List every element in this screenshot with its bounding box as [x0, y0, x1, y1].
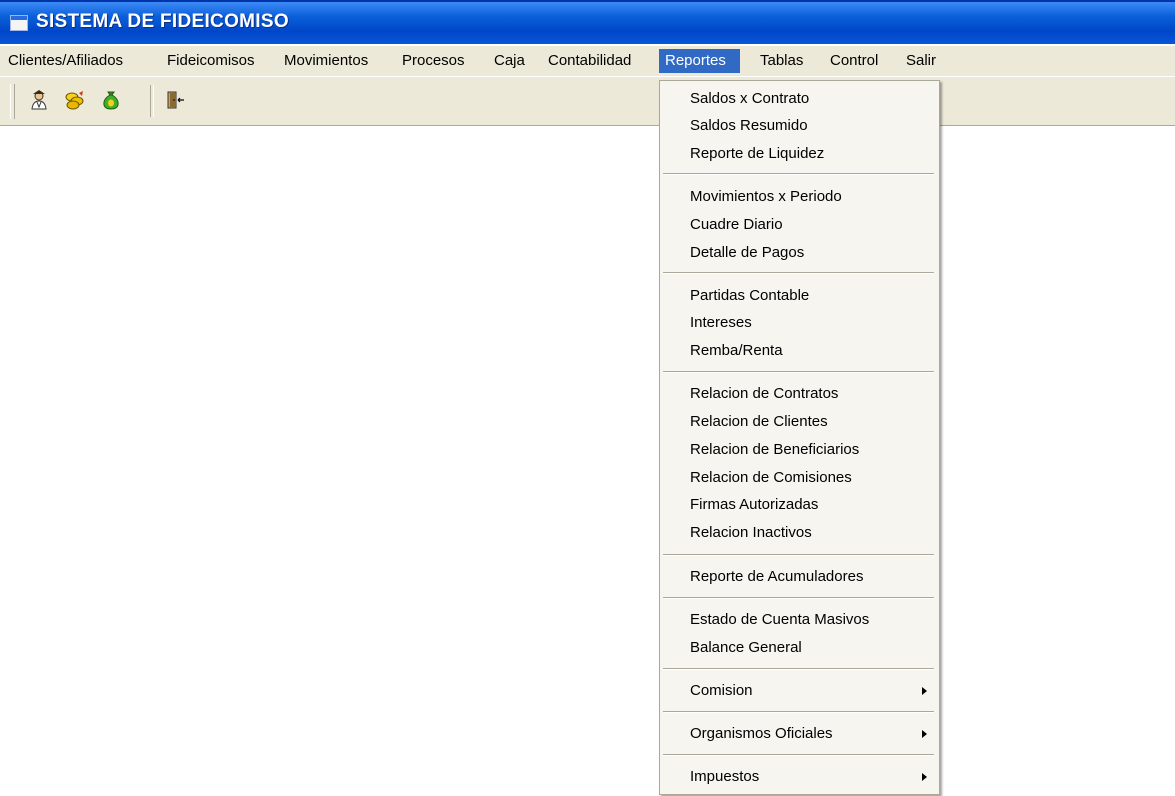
exit-door-icon[interactable] — [162, 87, 188, 113]
menu-clientes-afiliados[interactable]: Clientes/Afiliados — [2, 49, 129, 73]
menu-item-reporte-de-liquidez[interactable]: Reporte de Liquidez — [660, 141, 939, 167]
menu-item-label: Organismos Oficiales — [690, 725, 833, 742]
menu-item-reporte-de-acumuladores[interactable]: Reporte de Acumuladores — [660, 564, 939, 590]
menu-reportes[interactable]: Reportes — [659, 49, 740, 73]
menu-item-remba-renta[interactable]: Remba/Renta — [660, 338, 939, 364]
menu-control[interactable]: Control — [824, 49, 884, 73]
person-icon[interactable] — [26, 87, 52, 113]
submenu-arrow-icon — [922, 773, 927, 781]
coins-icon[interactable] — [62, 87, 88, 113]
app-window-icon — [10, 15, 28, 31]
menu-salir[interactable]: Salir — [900, 49, 942, 73]
menu-item-partidas-contable[interactable]: Partidas Contable — [660, 283, 939, 309]
menu-item-firmas-autorizadas[interactable]: Firmas Autorizadas — [660, 492, 939, 518]
menu-item-cuadre-diario[interactable]: Cuadre Diario — [660, 212, 939, 238]
menu-separator — [663, 711, 934, 713]
menu-item-saldos-x-contrato[interactable]: Saldos x Contrato — [660, 86, 939, 112]
menu-separator — [663, 668, 934, 670]
menu-item-relacion-de-contratos[interactable]: Relacion de Contratos — [660, 381, 939, 407]
menu-separator — [663, 554, 934, 556]
menu-item-intereses[interactable]: Intereses — [660, 310, 939, 336]
menu-procesos[interactable]: Procesos — [396, 49, 471, 73]
menu-item-relacion-inactivos[interactable]: Relacion Inactivos — [660, 520, 939, 546]
menu-item-relacion-de-beneficiarios[interactable]: Relacion de Beneficiarios — [660, 437, 939, 463]
menu-separator — [663, 272, 934, 274]
money-bag-icon[interactable] — [98, 87, 124, 113]
menu-item-estado-de-cuenta-masivos[interactable]: Estado de Cuenta Masivos — [660, 607, 939, 633]
menu-item-relacion-de-clientes[interactable]: Relacion de Clientes — [660, 409, 939, 435]
menu-separator — [663, 173, 934, 175]
reportes-dropdown-menu: Saldos x Contrato Saldos Resumido Report… — [659, 80, 940, 795]
menu-contabilidad[interactable]: Contabilidad — [542, 49, 637, 73]
title-bar[interactable]: SISTEMA DE FIDEICOMISO — [0, 0, 1175, 44]
menu-item-movimientos-x-periodo[interactable]: Movimientos x Periodo — [660, 184, 939, 210]
mdi-client-area[interactable] — [0, 126, 1175, 796]
toolbar-grip[interactable] — [10, 84, 15, 119]
menu-item-impuestos[interactable]: Impuestos — [660, 764, 939, 790]
menu-movimientos[interactable]: Movimientos — [278, 49, 374, 73]
menu-item-relacion-de-comisiones[interactable]: Relacion de Comisiones — [660, 465, 939, 491]
toolbar — [0, 76, 1175, 126]
menu-bar: Clientes/Afiliados Fideicomisos Movimien… — [0, 46, 1175, 76]
menu-caja[interactable]: Caja — [488, 49, 531, 73]
menu-separator — [663, 597, 934, 599]
menu-item-label: Impuestos — [690, 768, 760, 785]
toolbar-separator — [150, 85, 154, 117]
menu-tablas[interactable]: Tablas — [754, 49, 809, 73]
menu-item-comision[interactable]: Comision — [660, 678, 939, 704]
menu-item-organismos-oficiales[interactable]: Organismos Oficiales — [660, 721, 939, 747]
menu-fideicomisos[interactable]: Fideicomisos — [161, 49, 261, 73]
menu-item-label: Comision — [690, 682, 753, 699]
submenu-arrow-icon — [922, 687, 927, 695]
menu-separator — [663, 754, 934, 756]
menu-item-saldos-resumido[interactable]: Saldos Resumido — [660, 113, 939, 139]
menu-separator — [663, 371, 934, 373]
window-title: SISTEMA DE FIDEICOMISO — [36, 11, 289, 32]
menu-item-balance-general[interactable]: Balance General — [660, 635, 939, 661]
menu-item-detalle-de-pagos[interactable]: Detalle de Pagos — [660, 240, 939, 266]
submenu-arrow-icon — [922, 730, 927, 738]
